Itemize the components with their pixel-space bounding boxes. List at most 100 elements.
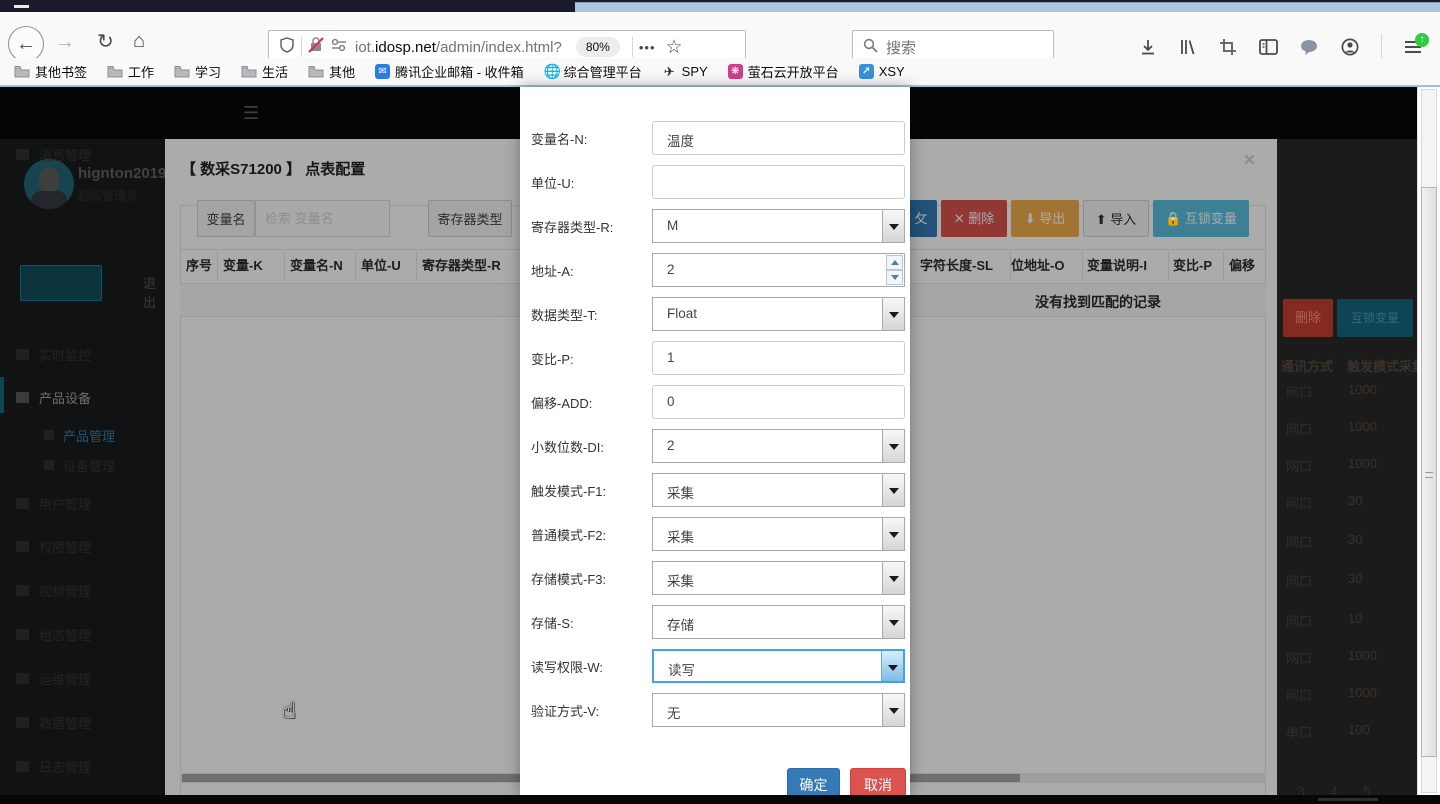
ezviz-icon: ❋ [728, 64, 743, 79]
sidebar-item[interactable]: 权限管理 [0, 531, 165, 561]
select-dropdown[interactable]: M [652, 209, 905, 243]
number-input[interactable]: 2 [652, 253, 905, 287]
select-dropdown[interactable]: 2 [652, 429, 905, 463]
bookmark-item[interactable]: 学习 [174, 62, 221, 81]
chevron-down-icon[interactable] [882, 210, 904, 242]
sidebar-item[interactable]: 产品设备 [0, 382, 165, 412]
account-icon[interactable] [1341, 38, 1359, 56]
sidebar-item[interactable]: 运维管理 [0, 663, 165, 693]
select-dropdown[interactable]: 采集 [652, 473, 905, 507]
feedback-bubble-icon[interactable] [1300, 39, 1319, 55]
import-button[interactable]: ⬆ 导入 [1083, 200, 1149, 237]
column-header[interactable]: 偏移 [1229, 249, 1255, 283]
pagination-number[interactable]: 4 [1330, 783, 1338, 795]
bookmark-item[interactable]: 工作 [107, 62, 154, 81]
select-dropdown[interactable]: 存储 [652, 605, 905, 639]
bookmark-item[interactable]: ✉腾讯企业邮箱 - 收件箱 [375, 62, 524, 81]
text-input[interactable]: 1 [652, 341, 905, 375]
chevron-down-icon[interactable] [882, 474, 904, 506]
column-header[interactable]: 变比-P [1173, 249, 1212, 283]
chevron-down-icon[interactable] [882, 562, 904, 594]
column-header[interactable]: 寄存器类型-R [422, 249, 501, 283]
sidebar-item[interactable]: 日志管理 [0, 751, 165, 781]
chevron-down-icon[interactable] [882, 430, 904, 462]
sidebar-item[interactable]: 产品管理 [0, 420, 165, 450]
column-header[interactable]: 变量名-N [290, 249, 343, 283]
bookmark-item[interactable]: 其他 [308, 62, 355, 81]
sidebar-item[interactable]: 数据管理 [0, 707, 165, 737]
register-type-filter-button[interactable]: 寄存器类型 [428, 200, 512, 237]
interlock-vars-button[interactable]: 🔒 互锁变量 [1153, 200, 1249, 237]
menu-hamburger-icon[interactable]: ↑ [1404, 40, 1422, 54]
permissions-icon[interactable] [331, 38, 347, 56]
pagination-number[interactable]: 5 [1363, 783, 1371, 795]
bookmark-star-icon[interactable]: ☆ [666, 36, 683, 59]
bookmark-item[interactable]: 生活 [241, 62, 288, 81]
var-name-filter-button[interactable]: 变量名 [197, 200, 255, 237]
spinner-down-icon[interactable] [886, 270, 903, 285]
export-button[interactable]: ⬇ 导出 [1011, 200, 1079, 237]
select-value: Float [667, 306, 697, 321]
device-delete-button[interactable]: 删除 [1283, 299, 1333, 337]
select-dropdown[interactable]: 采集 [652, 517, 905, 551]
select-dropdown[interactable]: Float [652, 297, 905, 331]
logout-link[interactable]: 退出 [143, 273, 165, 311]
bookmark-item[interactable]: 🌐综合管理平台 [544, 62, 642, 81]
column-header[interactable]: 单位-U [361, 249, 401, 283]
chevron-down-icon[interactable] [882, 518, 904, 550]
back-button[interactable]: ← [8, 26, 44, 62]
field-label: 偏移-ADD: [531, 393, 592, 412]
column-header[interactable]: 位地址-O [1011, 249, 1064, 283]
sidebar-item[interactable]: 用户管理 [0, 488, 165, 518]
chevron-down-icon[interactable] [882, 298, 904, 330]
library-icon[interactable] [1179, 38, 1197, 56]
bookmark-item[interactable]: ↗XSY [859, 64, 905, 79]
column-header[interactable]: 字符长度-SL [920, 249, 993, 283]
sidebar-item[interactable]: 组态管理 [0, 619, 165, 649]
spinner-up-icon[interactable] [886, 255, 903, 270]
reload-button[interactable]: ↻ [97, 32, 114, 52]
bookmark-item[interactable]: ❋萤石云开放平台 [728, 62, 839, 81]
text-input[interactable] [652, 165, 905, 199]
pagination-number[interactable]: 3 [1297, 783, 1305, 795]
page-actions-icon[interactable]: ••• [639, 40, 656, 55]
number-spinner[interactable] [886, 255, 903, 285]
chevron-down-icon[interactable] [882, 606, 904, 638]
form-row: 地址-A:2 [520, 253, 910, 287]
sidebar-item[interactable]: 视频管理 [0, 575, 165, 605]
sidebar-toggle-icon[interactable] [1259, 39, 1278, 55]
zoom-level-badge[interactable]: 80% [576, 37, 620, 57]
delete-button[interactable]: ✕ 删除 [941, 200, 1007, 237]
select-dropdown[interactable]: 无 [652, 693, 905, 727]
url-scheme: iot. [355, 39, 375, 56]
chevron-down-icon[interactable] [882, 694, 904, 726]
device-interlock-button[interactable]: 互锁变量 [1337, 299, 1413, 337]
shield-icon[interactable] [279, 37, 295, 58]
text-input[interactable]: 温度 [652, 121, 905, 155]
blocked-lock-icon[interactable] [308, 37, 325, 58]
sidebar-item[interactable]: 设备管理 [0, 450, 165, 480]
select-dropdown[interactable]: 读写 [652, 649, 905, 683]
page-scrollbar[interactable] [1417, 87, 1440, 795]
sidebar-item-label: 视频管理 [39, 581, 91, 600]
screenshot-crop-icon[interactable] [1219, 38, 1237, 56]
downloads-icon[interactable] [1139, 38, 1157, 56]
chevron-down-icon[interactable] [881, 651, 903, 681]
select-dropdown[interactable]: 采集 [652, 561, 905, 595]
globe-icon: 🌐 [544, 64, 559, 79]
var-name-search-input[interactable]: 检索 变量名 [255, 200, 390, 237]
column-header[interactable]: 序号 [186, 249, 212, 283]
profile-button[interactable] [20, 265, 102, 301]
site-menu-toggle-icon[interactable]: ☰ [243, 103, 259, 124]
text-input[interactable]: 0 [652, 385, 905, 419]
bookmark-item[interactable]: ✈SPY [662, 64, 708, 79]
forward-button[interactable]: → [55, 32, 75, 52]
device-comm-cell: 网口 [1286, 419, 1312, 438]
dialog-close-icon[interactable]: × [1244, 150, 1255, 172]
column-header[interactable]: 变量说明-I [1087, 249, 1147, 283]
home-button[interactable]: ⌂ [133, 31, 145, 51]
bookmark-item[interactable]: 其他书签 [14, 62, 87, 81]
sidebar-item[interactable]: 消息管理 [0, 139, 165, 169]
column-header[interactable]: 变量-K [223, 249, 263, 283]
sidebar-item[interactable]: 实时监控 [0, 339, 165, 369]
